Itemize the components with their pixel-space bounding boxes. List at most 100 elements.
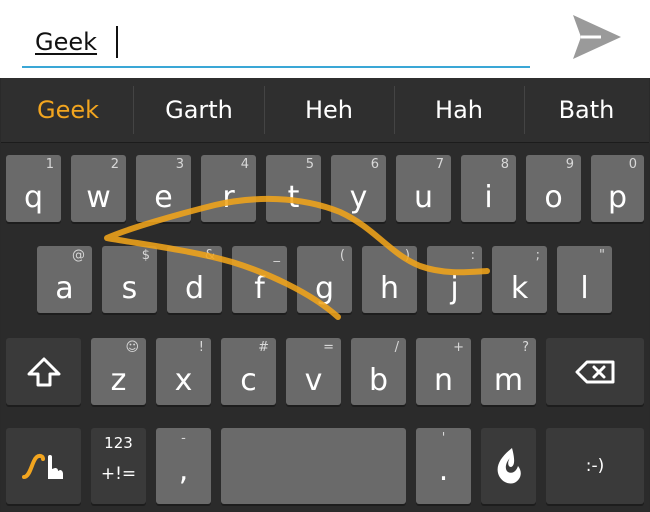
send-button[interactable] [570, 10, 624, 64]
suggestion-item[interactable]: Geek [1, 78, 135, 142]
suggestion-item[interactable]: Bath [524, 78, 649, 142]
key-i[interactable]: 8i [461, 155, 516, 222]
key-label: m [493, 363, 524, 398]
key-z[interactable]: ☺ z [91, 338, 146, 405]
key-hint: / [394, 340, 399, 355]
key-hint: 7 [435, 157, 444, 172]
swype-icon [21, 453, 63, 479]
key-hint: 2 [110, 157, 119, 172]
key-label: . [438, 453, 449, 488]
key-t[interactable]: 5t [266, 155, 321, 222]
key-d[interactable]: & d [167, 246, 222, 313]
key-hint: 6 [370, 157, 379, 172]
key-label: :-) [585, 456, 605, 476]
key-y[interactable]: 6y [331, 155, 386, 222]
backspace-key[interactable] [546, 338, 644, 405]
key-label: n [433, 363, 453, 398]
suggestion-item[interactable]: Heh [264, 78, 394, 142]
space-key[interactable] [221, 428, 406, 504]
symbols-key[interactable]: 123 +!= [91, 428, 146, 504]
suggestion-bar: Geek Garth Heh Hah Bath [1, 78, 649, 143]
key-label: l [580, 271, 589, 306]
key-label: b [368, 363, 389, 398]
key-label: d [184, 271, 205, 306]
key-j[interactable]: :j [427, 246, 482, 313]
key-label: j [450, 271, 459, 306]
key-b[interactable]: / b [351, 338, 406, 405]
suggestion-item[interactable]: Hah [394, 78, 524, 142]
key-n[interactable]: + n [416, 338, 471, 405]
key-hint: 5 [305, 157, 314, 172]
key-q[interactable]: 1q [6, 155, 61, 222]
key-hint: 3 [175, 157, 184, 172]
key-w[interactable]: 2w [71, 155, 126, 222]
key-label: y [349, 180, 368, 215]
key-hint: $ [141, 248, 150, 263]
symbols-label-bottom: +!= [100, 464, 137, 484]
swype-key[interactable] [6, 428, 81, 504]
key-e[interactable]: 3e [136, 155, 191, 222]
key-l[interactable]: " l [557, 246, 612, 313]
key-label: g [314, 271, 335, 306]
key-r[interactable]: 4r [201, 155, 256, 222]
send-icon [573, 15, 621, 59]
key-label: f [254, 271, 265, 306]
key-label: a [55, 271, 74, 306]
key-f[interactable]: _ f [232, 246, 287, 313]
comma-key[interactable]: - , [156, 428, 211, 504]
key-label: w [86, 180, 111, 215]
key-hint: ) [404, 248, 410, 263]
message-input[interactable]: Geek [22, 8, 530, 68]
key-hint: : [470, 248, 475, 263]
text-caret [116, 26, 118, 58]
key-label: x [174, 363, 193, 398]
key-label: q [23, 180, 44, 215]
symbols-label-top: 123 [104, 434, 133, 452]
key-s[interactable]: $ s [102, 246, 157, 313]
key-hint: 0 [628, 157, 637, 172]
key-m[interactable]: ? m [481, 338, 536, 405]
key-hint: + [453, 340, 464, 355]
key-hint: _ [273, 248, 281, 263]
key-hint: ' [441, 431, 446, 446]
key-hint: ; [535, 248, 540, 263]
emoticon-key[interactable]: :-) [546, 428, 644, 504]
compose-area: Geek [0, 0, 650, 78]
key-hint: ? [522, 340, 529, 355]
key-label: e [154, 180, 173, 215]
key-hint: 9 [565, 157, 574, 172]
key-h[interactable]: ) h [362, 246, 417, 313]
voice-key[interactable] [481, 428, 536, 504]
shift-key[interactable] [6, 338, 81, 405]
key-label: c [240, 363, 257, 398]
key-a[interactable]: @ a [37, 246, 92, 313]
key-label: r [222, 180, 235, 215]
key-hint: ( [339, 248, 345, 263]
suggestion-item[interactable]: Garth [133, 78, 265, 142]
key-p[interactable]: 0p [591, 155, 644, 222]
key-o[interactable]: 9o [526, 155, 581, 222]
key-label: t [287, 180, 300, 215]
key-c[interactable]: # c [221, 338, 276, 405]
key-u[interactable]: 7u [396, 155, 451, 222]
key-hint: " [599, 248, 605, 263]
key-hint: 8 [500, 157, 509, 172]
key-label: p [607, 180, 628, 215]
period-key[interactable]: ' . [416, 428, 471, 504]
backspace-icon [575, 360, 615, 383]
key-x[interactable]: ! x [156, 338, 211, 405]
key-v[interactable]: = v [286, 338, 341, 405]
key-g[interactable]: (g [297, 246, 352, 313]
key-hint: = [323, 340, 334, 355]
key-label: v [304, 363, 323, 398]
key-k[interactable]: ; k [492, 246, 547, 313]
key-label: z [110, 363, 127, 398]
key-hint: # [258, 340, 269, 355]
key-label: s [121, 271, 138, 306]
key-hint: ! [198, 340, 204, 355]
key-label: h [379, 271, 399, 306]
dragon-mic-icon [497, 448, 521, 484]
key-label: i [484, 180, 493, 215]
input-text: Geek [35, 28, 98, 56]
key-hint: 1 [45, 157, 54, 172]
